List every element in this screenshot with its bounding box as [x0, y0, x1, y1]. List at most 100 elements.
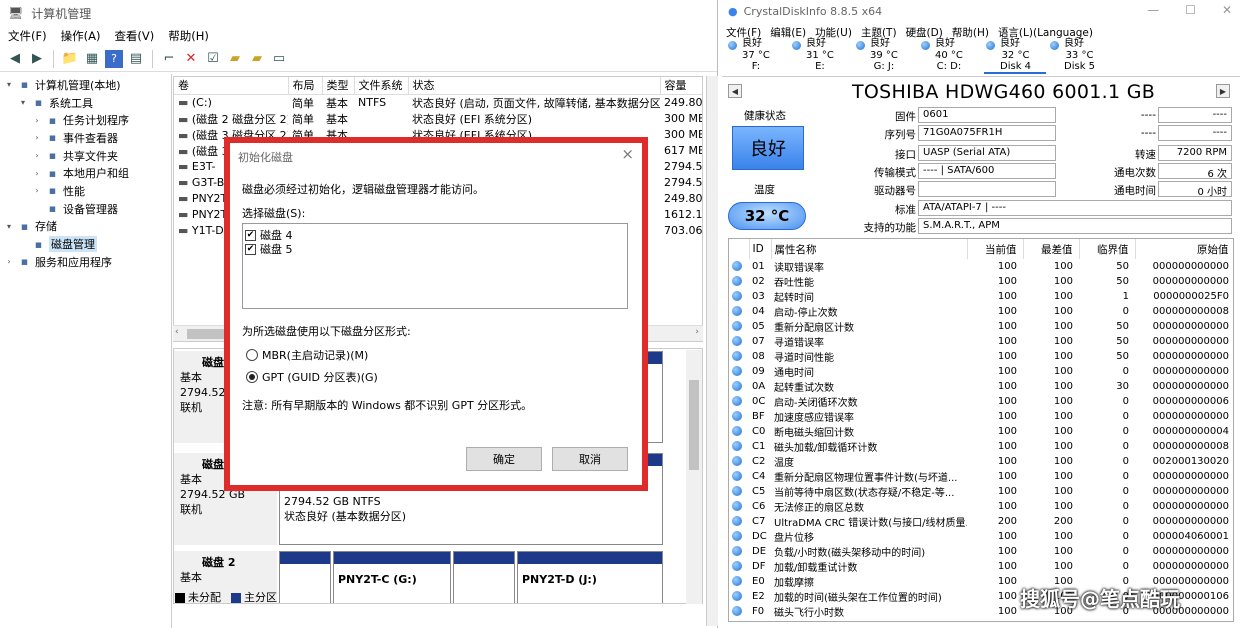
col-attribute[interactable]: 属性名称: [771, 239, 968, 259]
partition-small[interactable]: [279, 551, 331, 603]
radio-unselected-icon[interactable]: [246, 349, 258, 361]
folder-search-icon[interactable]: ▰: [248, 50, 266, 68]
disk-status-item[interactable]: 良好 37 °C F:: [726, 38, 788, 74]
close-icon[interactable]: ✕: [1222, 3, 1232, 17]
col-layout[interactable]: 布局: [288, 77, 323, 95]
smart-row[interactable]: C2 温度 100 100 0 002000130020: [729, 454, 1233, 469]
health-status[interactable]: 良好: [732, 126, 804, 170]
smart-row[interactable]: DF 加载/卸载重试计数 100 100 0 000000000000: [729, 559, 1233, 574]
disks-vertical-scrollbar[interactable]: [686, 350, 702, 604]
smart-row[interactable]: 04 启动-停止次数 100 100 0 000000000008: [729, 304, 1233, 319]
smart-row[interactable]: DC 盘片位移 100 100 0 000004060001: [729, 529, 1233, 544]
scroll-left-icon[interactable]: ‹: [175, 327, 179, 337]
disk-status-item[interactable]: 良好 40 °C C: D:: [919, 38, 981, 74]
smart-row[interactable]: C1 磁头加载/卸载循环计数 100 100 0 000000000008: [729, 439, 1233, 454]
col-raw[interactable]: 原始值: [1135, 239, 1233, 259]
mbr-option[interactable]: MBR(主启动记录)(M): [246, 347, 368, 363]
smart-row[interactable]: C5 当前等待中扇区数(状态存疑/不稳定-等... 100 100 0 000000000…: [729, 484, 1233, 499]
help-icon[interactable]: ?: [105, 49, 123, 68]
partition-j[interactable]: PNY2T-D (J:): [517, 551, 663, 603]
tree-item[interactable]: ▪ 磁盘管理: [0, 235, 171, 253]
expand-arrow-icon[interactable]: ›: [32, 169, 42, 178]
delete-icon[interactable]: ✕: [182, 50, 200, 68]
expand-arrow-icon[interactable]: ›: [32, 186, 42, 195]
ok-button[interactable]: 确定: [466, 447, 542, 471]
menu-view[interactable]: 查看(V): [114, 28, 154, 44]
menu-action[interactable]: 操作(A): [61, 28, 101, 44]
tree-item[interactable]: ▾ ▪ 系统工具: [0, 94, 171, 112]
tree-item[interactable]: › ▪ 任务计划程序: [0, 111, 171, 129]
tree-item[interactable]: ▾ ▪ 计算机管理(本地): [0, 76, 171, 94]
col-threshold[interactable]: 临界值: [1079, 239, 1136, 259]
collapse-arrow-icon[interactable]: ▾: [18, 98, 28, 107]
tree-item[interactable]: › ▪ 服务和应用程序: [0, 253, 171, 271]
col-filesystem[interactable]: 文件系统: [354, 77, 409, 95]
smart-row[interactable]: DE 负载/小时数(磁头架移动中的时间) 100 100 0 000000000000: [729, 544, 1233, 559]
tree-item[interactable]: ▪ 设备管理器: [0, 200, 171, 218]
forward-arrow-icon[interactable]: ▶: [28, 50, 46, 68]
smart-row[interactable]: C7 UltraDMA CRC 错误计数(与接口/线材质量... 200 200 0 00…: [729, 514, 1233, 529]
disk-status-item[interactable]: 良好 32 °C Disk 4: [984, 38, 1046, 74]
show-hide-tree-icon[interactable]: ▦: [83, 50, 101, 68]
back-arrow-icon[interactable]: ◀: [6, 50, 24, 68]
gpt-option[interactable]: GPT (GUID 分区表)(G): [246, 369, 378, 385]
expand-arrow-icon[interactable]: ›: [32, 116, 42, 125]
col-status-dot[interactable]: [729, 239, 750, 259]
smart-row[interactable]: C4 重新分配扇区物理位置事件计数(与坏道... 100 100 0 0000000000…: [729, 469, 1233, 484]
checkbox-checked-icon[interactable]: ✔: [245, 243, 256, 255]
smart-row[interactable]: 02 吞吐性能 100 100 50 000000000000: [729, 274, 1233, 289]
tree-item[interactable]: › ▪ 事件查看器: [0, 129, 171, 147]
radio-selected-icon[interactable]: [246, 371, 258, 383]
col-worst[interactable]: 最差值: [1023, 239, 1080, 259]
disk-4-option[interactable]: ✔ 磁盘 4: [245, 228, 625, 242]
disk-status-item[interactable]: 良好 31 °C E:: [790, 38, 852, 74]
expand-arrow-icon[interactable]: ›: [4, 257, 14, 266]
col-capacity[interactable]: 容量: [660, 77, 702, 95]
expand-arrow-icon[interactable]: ›: [32, 151, 42, 160]
smart-row[interactable]: 05 重新分配扇区计数 100 100 50 000000000000: [729, 319, 1233, 334]
menu-help[interactable]: 帮助(H): [168, 28, 209, 44]
disk-5-option[interactable]: ✔ 磁盘 5: [245, 242, 625, 256]
scroll-right-icon[interactable]: ›: [695, 327, 699, 337]
smart-row[interactable]: BF 加速度感应错误率 100 100 0 000000000000: [729, 409, 1233, 424]
smart-row[interactable]: 03 起转时间 100 100 1 0000000025F0: [729, 289, 1233, 304]
close-icon[interactable]: ×: [621, 145, 634, 163]
folder-icon[interactable]: ▰: [226, 50, 244, 68]
col-id[interactable]: ID: [749, 239, 772, 259]
smart-row[interactable]: 09 通电时间 100 100 0 000000000000: [729, 364, 1233, 379]
smart-row[interactable]: 08 寻道时间性能 100 100 50 000000000000: [729, 349, 1233, 364]
disk-status-item[interactable]: 良好 39 °C G: J:: [854, 38, 916, 74]
col-volume[interactable]: 卷: [174, 77, 289, 95]
smart-row[interactable]: 01 读取错误率 100 100 50 000000000000: [729, 259, 1233, 274]
table-row[interactable]: ▬ (磁盘 2 磁盘分区 2) 简单 基本 状态良好 (EFI 系统分区) 300 MB: [174, 111, 702, 127]
col-status[interactable]: 状态: [408, 77, 661, 95]
connect-icon[interactable]: ⌐: [160, 50, 178, 68]
smart-row[interactable]: 07 寻道错误率 100 100 50 000000000000: [729, 334, 1233, 349]
properties-icon[interactable]: ▤: [127, 50, 145, 68]
partition-small[interactable]: [453, 551, 515, 603]
smart-row[interactable]: 0A 起转重试次数 100 100 30 000000000000: [729, 379, 1233, 394]
collapse-arrow-icon[interactable]: ▾: [4, 80, 14, 89]
prev-disk-icon[interactable]: ◀: [728, 84, 742, 98]
tree-item[interactable]: › ▪ 性能: [0, 182, 171, 200]
scrollbar-thumb[interactable]: [689, 380, 699, 470]
col-current[interactable]: 当前值: [967, 239, 1024, 259]
next-disk-icon[interactable]: ▶: [1216, 84, 1230, 98]
partition-g[interactable]: PNY2T-C (G:): [333, 551, 451, 603]
menu-file[interactable]: 文件(F): [8, 28, 47, 44]
smart-row[interactable]: C6 无法修正的扇区总数 100 100 0 000000000000: [729, 499, 1233, 514]
maximize-icon[interactable]: ☐: [1185, 3, 1196, 17]
smart-row[interactable]: C0 断电磁头缩回计数 100 100 0 000000000004: [729, 424, 1233, 439]
up-folder-icon[interactable]: 📁: [61, 50, 79, 68]
expand-arrow-icon[interactable]: ›: [32, 133, 42, 142]
tree-item[interactable]: › ▪ 本地用户和组: [0, 164, 171, 182]
checkbox-checked-icon[interactable]: ✔: [245, 229, 256, 241]
col-type[interactable]: 类型: [322, 77, 355, 95]
smart-row[interactable]: 0C 启动-关闭循环次数 100 100 0 000000000006: [729, 394, 1233, 409]
tree-item[interactable]: › ▪ 共享文件夹: [0, 147, 171, 165]
table-row[interactable]: ▬ (C:) 简单 基本 NTFS 状态良好 (启动, 页面文件, 故障转储, 基本数据…: [174, 94, 702, 111]
tree-item[interactable]: ▾ ▪ 存储: [0, 218, 171, 236]
disk-status-item[interactable]: 良好 33 °C Disk 5: [1048, 38, 1110, 74]
list-view-icon[interactable]: ▭: [270, 50, 288, 68]
minimize-icon[interactable]: —: [1147, 3, 1159, 17]
